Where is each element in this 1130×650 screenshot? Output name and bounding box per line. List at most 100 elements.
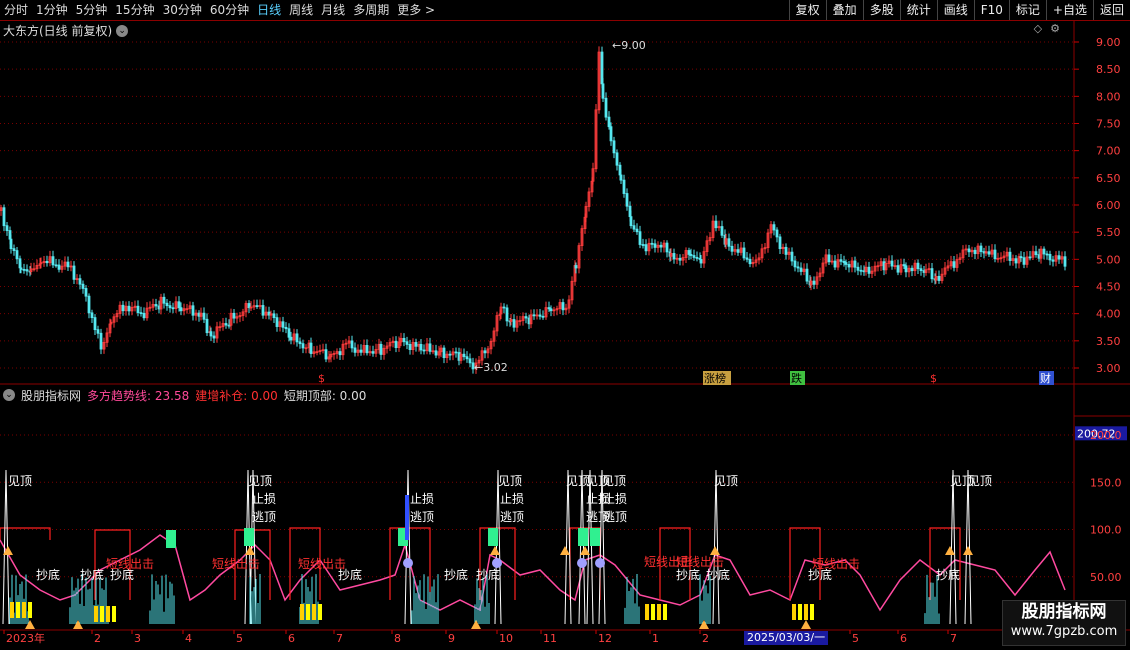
candle-body: [15, 250, 19, 260]
yellow-block: [100, 606, 104, 622]
candle-body: [232, 312, 236, 319]
chevron-down-icon[interactable]: ⌄: [3, 389, 15, 401]
candle-body: [1063, 256, 1067, 267]
time-tick-label: 7: [336, 632, 343, 645]
candle-body: [72, 265, 76, 280]
yellow-block: [16, 602, 20, 618]
signal-label-red: 短线出击: [106, 557, 154, 571]
candle-body: [202, 312, 206, 320]
candle-body: [641, 244, 645, 246]
yellow-block: [657, 604, 661, 620]
signal-marker-icon: [560, 546, 570, 555]
candle-body: [839, 259, 843, 262]
candle-body: [93, 317, 97, 331]
candle-body: [191, 305, 195, 316]
time-tick-label: 12: [598, 632, 612, 645]
blue-bar: [405, 495, 409, 540]
candle-body: [127, 305, 131, 312]
signal-label: 抄底: [80, 567, 104, 582]
signal-label: 止损: [603, 492, 627, 506]
candle-body: [612, 140, 616, 154]
candle-body: [379, 343, 383, 355]
signal-label: 见顶: [8, 474, 32, 488]
candle-body: [778, 236, 782, 250]
candle-body: [162, 296, 166, 304]
candle-body: [524, 316, 528, 319]
candle-body: [619, 174, 623, 181]
candle-body: [622, 179, 626, 194]
price-tick-label: 5.00: [1096, 253, 1121, 266]
event-marker: 财: [1040, 371, 1051, 385]
signal-label: 逃顶: [410, 510, 434, 524]
candle-body: [81, 283, 85, 289]
candle-body: [919, 268, 923, 272]
candle-body: [78, 278, 82, 285]
time-tick-label: 8: [394, 632, 401, 645]
signal-label-red: 短线出击: [212, 557, 260, 571]
candle-body: [833, 260, 837, 268]
candle-body: [51, 256, 55, 266]
price-tick-label: 3.50: [1096, 335, 1121, 348]
yellow-block: [792, 604, 796, 620]
candle-body: [365, 344, 369, 354]
candle-body: [275, 317, 279, 327]
candle-body: [644, 244, 648, 252]
candle-body: [604, 97, 608, 118]
signal-marker-icon: [963, 546, 973, 555]
candle-body: [295, 333, 299, 343]
signal-label: 见顶: [498, 474, 522, 488]
signal-marker-icon: [801, 620, 811, 629]
yellow-block: [94, 606, 98, 622]
candle-body: [212, 335, 216, 339]
candle-body: [672, 253, 676, 260]
candle-body: [9, 238, 13, 250]
signal-label: 抄底: [676, 567, 700, 582]
candle-body: [629, 216, 633, 227]
candle-body: [414, 342, 418, 347]
indicator-value-b: 建增补仓: 0.00: [195, 389, 278, 403]
candle-body: [462, 353, 466, 358]
candle-body: [139, 312, 143, 315]
yellow-block: [106, 606, 110, 622]
candle-body: [742, 247, 746, 259]
candle-body: [601, 83, 605, 99]
yellow-block: [312, 604, 316, 620]
candle-body: [574, 265, 578, 269]
signal-marker-icon: [577, 558, 587, 568]
candle-body: [714, 220, 718, 229]
time-tick-label: 2023年: [6, 631, 45, 645]
candle-body: [1019, 256, 1023, 259]
time-tick-label: 11: [543, 632, 557, 645]
candle-body: [650, 242, 654, 245]
yellow-block: [22, 602, 26, 618]
signal-label: 止损: [410, 492, 434, 506]
candle-body: [859, 269, 863, 272]
candle-body: [512, 319, 516, 328]
candle-body: [177, 301, 181, 309]
signal-label: 抄底: [936, 567, 960, 582]
candle-body: [692, 255, 696, 258]
candle-body: [638, 231, 642, 245]
candle-body: [952, 261, 956, 268]
candle-body: [66, 261, 70, 268]
candle-body: [659, 244, 663, 248]
yellow-block: [804, 604, 808, 620]
yellow-block: [28, 602, 32, 618]
candle-body: [653, 243, 657, 248]
time-tick-label: 6: [288, 632, 295, 645]
watermark-url: www.7gpzb.com: [1010, 624, 1118, 639]
candle-body: [434, 350, 438, 356]
candle-body: [224, 323, 228, 326]
candle-body: [289, 336, 293, 341]
candle-body: [301, 343, 305, 349]
price-tick-label: 4.00: [1096, 308, 1121, 321]
time-tick-label: 9: [448, 632, 455, 645]
candle-body: [284, 326, 288, 330]
candle-body: [1022, 257, 1026, 265]
candle-body: [171, 307, 175, 310]
candle-body: [121, 304, 125, 312]
green-block: [578, 528, 588, 546]
yellow-block: [300, 604, 304, 620]
price-tick-label: 5.50: [1096, 226, 1121, 239]
candle-body: [179, 307, 183, 312]
